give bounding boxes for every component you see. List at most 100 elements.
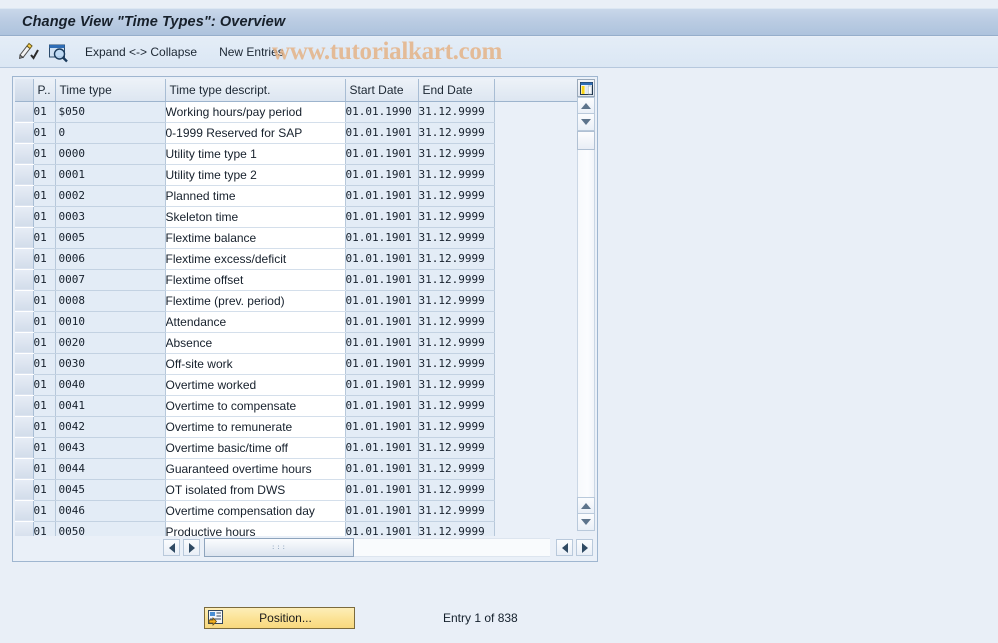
row-cell-time-type[interactable]: $050 — [55, 101, 166, 123]
row-selector[interactable] — [15, 416, 34, 438]
table-row[interactable]: 01 0007 Flextime offset 01.01.1901 31.12.999… — [15, 269, 581, 291]
hscroll-last-button[interactable] — [576, 539, 593, 556]
row-cell-start-date[interactable]: 01.01.1901 — [345, 248, 419, 270]
row-cell-p[interactable]: 01 — [33, 122, 56, 144]
row-cell-time-type[interactable]: 0041 — [55, 395, 166, 417]
horizontal-scroll-track[interactable] — [354, 538, 550, 557]
row-cell-descript[interactable]: Flextime offset — [165, 269, 346, 291]
scroll-up-button[interactable] — [577, 97, 595, 114]
table-row[interactable]: 01 $050 Working hours/pay period 01.01.1990… — [15, 101, 581, 123]
row-cell-end-date[interactable]: 31.12.9999 — [418, 164, 495, 186]
column-configuration-icon[interactable] — [577, 79, 595, 97]
table-row[interactable]: 01 0044 Guaranteed overtime hours 01.01.190… — [15, 458, 581, 480]
row-cell-start-date[interactable]: 01.01.1901 — [345, 122, 419, 144]
row-cell-descript[interactable]: Flextime balance — [165, 227, 346, 249]
row-cell-start-date[interactable]: 01.01.1901 — [345, 269, 419, 291]
table-row[interactable]: 01 0030 Off-site work 01.01.1901 31.12.9999 — [15, 353, 581, 375]
row-cell-time-type[interactable]: 0006 — [55, 248, 166, 270]
row-cell-end-date[interactable]: 31.12.9999 — [418, 269, 495, 291]
row-cell-start-date[interactable]: 01.01.1901 — [345, 521, 419, 536]
row-cell-start-date[interactable]: 01.01.1901 — [345, 227, 419, 249]
row-cell-p[interactable]: 01 — [33, 311, 56, 333]
table-row[interactable]: 01 0008 Flextime (prev. period) 01.01.1901 3… — [15, 290, 581, 312]
row-cell-start-date[interactable]: 01.01.1901 — [345, 164, 419, 186]
row-cell-descript[interactable]: Skeleton time — [165, 206, 346, 228]
row-selector[interactable] — [15, 374, 34, 396]
row-cell-end-date[interactable]: 31.12.9999 — [418, 227, 495, 249]
row-cell-end-date[interactable]: 31.12.9999 — [418, 374, 495, 396]
row-selector[interactable] — [15, 290, 34, 312]
row-cell-p[interactable]: 01 — [33, 248, 56, 270]
row-selector[interactable] — [15, 248, 34, 270]
row-selector[interactable] — [15, 122, 34, 144]
table-row[interactable]: 01 0045 OT isolated from DWS 01.01.1901 31.1… — [15, 479, 581, 501]
row-cell-end-date[interactable]: 31.12.9999 — [418, 101, 495, 123]
table-row[interactable]: 01 0010 Attendance 01.01.1901 31.12.9999 — [15, 311, 581, 333]
row-cell-descript[interactable]: Guaranteed overtime hours — [165, 458, 346, 480]
display-magnifier-icon[interactable] — [47, 41, 69, 63]
row-cell-descript[interactable]: 0-1999 Reserved for SAP — [165, 122, 346, 144]
row-cell-p[interactable]: 01 — [33, 353, 56, 375]
check-pencil-icon[interactable] — [17, 41, 39, 63]
column-header-p[interactable]: P.. — [33, 79, 56, 102]
column-header-descript[interactable]: Time type descript. — [165, 79, 346, 102]
row-cell-start-date[interactable]: 01.01.1901 — [345, 206, 419, 228]
row-cell-time-type[interactable]: 0040 — [55, 374, 166, 396]
row-cell-p[interactable]: 01 — [33, 290, 56, 312]
row-cell-p[interactable]: 01 — [33, 521, 56, 536]
table-row[interactable]: 01 0020 Absence 01.01.1901 31.12.9999 — [15, 332, 581, 354]
row-cell-p[interactable]: 01 — [33, 227, 56, 249]
row-selector[interactable] — [15, 332, 34, 354]
hscroll-right-button[interactable] — [183, 539, 200, 556]
table-row[interactable]: 01 0000 Utility time type 1 01.01.1901 31.12… — [15, 143, 581, 165]
table-row[interactable]: 01 0043 Overtime basic/time off 01.01.1901 3… — [15, 437, 581, 459]
row-cell-end-date[interactable]: 31.12.9999 — [418, 143, 495, 165]
row-cell-end-date[interactable]: 31.12.9999 — [418, 437, 495, 459]
row-selector[interactable] — [15, 311, 34, 333]
row-cell-time-type[interactable]: 0043 — [55, 437, 166, 459]
hscroll-first-button[interactable] — [556, 539, 573, 556]
row-cell-time-type[interactable]: 0002 — [55, 185, 166, 207]
scroll-page-up-button[interactable] — [577, 497, 595, 514]
row-cell-p[interactable]: 01 — [33, 101, 56, 123]
row-selector[interactable] — [15, 185, 34, 207]
row-selector[interactable] — [15, 206, 34, 228]
table-row[interactable]: 01 0005 Flextime balance 01.01.1901 31.12.99… — [15, 227, 581, 249]
row-cell-descript[interactable]: Overtime to remunerate — [165, 416, 346, 438]
row-cell-start-date[interactable]: 01.01.1901 — [345, 185, 419, 207]
row-cell-time-type[interactable]: 0003 — [55, 206, 166, 228]
horizontal-scroll-thumb[interactable]: ::: — [204, 538, 354, 557]
row-cell-descript[interactable]: Planned time — [165, 185, 346, 207]
row-selector[interactable] — [15, 227, 34, 249]
table-row[interactable]: 01 0006 Flextime excess/deficit 01.01.1901 3… — [15, 248, 581, 270]
row-cell-descript[interactable]: Utility time type 2 — [165, 164, 346, 186]
column-header-start-date[interactable]: Start Date — [345, 79, 419, 102]
row-cell-start-date[interactable]: 01.01.1901 — [345, 290, 419, 312]
row-cell-end-date[interactable]: 31.12.9999 — [418, 332, 495, 354]
row-cell-start-date[interactable]: 01.01.1990 — [345, 101, 419, 123]
row-cell-start-date[interactable]: 01.01.1901 — [345, 479, 419, 501]
expand-collapse-button[interactable]: Expand <-> Collapse — [85, 45, 197, 59]
row-cell-end-date[interactable]: 31.12.9999 — [418, 521, 495, 536]
row-cell-time-type[interactable]: 0 — [55, 122, 166, 144]
row-selector[interactable] — [15, 500, 34, 522]
row-cell-descript[interactable]: Flextime (prev. period) — [165, 290, 346, 312]
table-row[interactable]: 01 0040 Overtime worked 01.01.1901 31.12.999… — [15, 374, 581, 396]
table-row[interactable]: 01 0001 Utility time type 2 01.01.1901 31.12… — [15, 164, 581, 186]
row-cell-time-type[interactable]: 0030 — [55, 353, 166, 375]
row-cell-time-type[interactable]: 0045 — [55, 479, 166, 501]
row-cell-start-date[interactable]: 01.01.1901 — [345, 416, 419, 438]
row-cell-end-date[interactable]: 31.12.9999 — [418, 290, 495, 312]
row-cell-descript[interactable]: Flextime excess/deficit — [165, 248, 346, 270]
row-selector[interactable] — [15, 458, 34, 480]
row-cell-start-date[interactable]: 01.01.1901 — [345, 143, 419, 165]
row-cell-descript[interactable]: Overtime to compensate — [165, 395, 346, 417]
row-selector[interactable] — [15, 143, 34, 165]
row-cell-time-type[interactable]: 0020 — [55, 332, 166, 354]
table-row[interactable]: 01 0003 Skeleton time 01.01.1901 31.12.9999 — [15, 206, 581, 228]
row-cell-descript[interactable]: Productive hours — [165, 521, 346, 536]
row-cell-time-type[interactable]: 0046 — [55, 500, 166, 522]
vertical-scroll-thumb[interactable] — [577, 131, 595, 150]
table-row[interactable]: 01 0041 Overtime to compensate 01.01.1901 31… — [15, 395, 581, 417]
scroll-down-button[interactable] — [577, 114, 595, 131]
